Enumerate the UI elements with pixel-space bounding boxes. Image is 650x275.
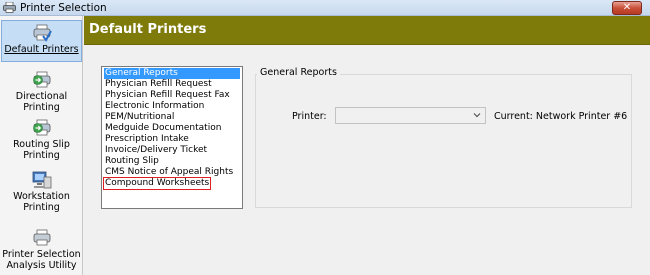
sidebar-item-routing-slip-printing[interactable]: Routing Slip Printing <box>1 119 82 161</box>
sidebar-item-label: Printing <box>23 202 60 213</box>
close-icon: ✕ <box>622 2 632 13</box>
list-item[interactable]: Medguide Documentation <box>104 123 222 134</box>
list-item[interactable]: Physician Refill Request Fax <box>104 90 231 101</box>
page-header: Default Printers <box>84 16 650 45</box>
list-item[interactable]: Prescription Intake <box>104 134 190 145</box>
sidebar-item-label: Workstation <box>13 191 70 202</box>
sidebar-item-printer-selection-analysis-utility[interactable]: Printer Selection Analysis Utility <box>1 229 82 273</box>
page-title: Default Printers <box>89 22 207 37</box>
sidebar-item-default-printers[interactable]: Default Printers <box>1 20 82 62</box>
group-box-title: General Reports <box>257 67 340 78</box>
title-bar: Printer Selection ✕ <box>0 0 650 16</box>
printer-arrow-icon <box>32 119 50 136</box>
list-item[interactable]: CMS Notice of Appeal Rights <box>104 167 234 178</box>
sidebar-item-label: Directional <box>15 91 68 102</box>
printer-icon <box>33 229 50 246</box>
sidebar-item-label: Routing Slip <box>13 139 70 150</box>
current-printer-text: Current: Network Printer #6 <box>494 111 628 122</box>
printer-arrow-icon <box>32 71 50 88</box>
printer-dropdown[interactable] <box>335 107 486 124</box>
sidebar-item-label: Printer Selection <box>2 249 81 260</box>
sidebar-item-label: Analysis Utility <box>6 260 77 271</box>
printer-group-box <box>255 74 632 208</box>
sidebar-item-directional-printing[interactable]: Directional Printing <box>1 71 82 113</box>
computer-icon <box>32 171 51 189</box>
list-item[interactable]: Compound Worksheets <box>102 177 212 190</box>
sidebar-item-label: Printing <box>23 150 60 161</box>
sidebar-item-label: Default Printers <box>4 44 79 55</box>
sidebar-item-label: Printing <box>23 102 60 113</box>
report-type-list[interactable]: General Reports Physician Refill Request… <box>101 66 243 209</box>
close-button[interactable]: ✕ <box>612 1 642 15</box>
printer-selection-window: Printer Selection ✕ Default Printers Dir… <box>0 0 650 275</box>
sidebar: Default Printers Directional Printing Ro… <box>0 16 83 275</box>
list-item[interactable]: PEM/Nutritional <box>104 112 175 123</box>
printer-check-icon <box>33 24 52 42</box>
window-title: Printer Selection <box>20 2 107 14</box>
sidebar-item-workstation-printing[interactable]: Workstation Printing <box>1 171 82 213</box>
list-item[interactable]: Electronic Information <box>104 101 205 112</box>
list-item[interactable]: Routing Slip <box>104 156 160 167</box>
printer-app-icon <box>3 2 16 13</box>
list-item[interactable]: General Reports <box>104 68 240 79</box>
list-item[interactable]: Physician Refill Request <box>104 79 213 90</box>
printer-label: Printer: <box>292 111 327 122</box>
list-item[interactable]: Invoice/Delivery Ticket <box>104 145 208 156</box>
chevron-down-icon <box>473 113 481 118</box>
